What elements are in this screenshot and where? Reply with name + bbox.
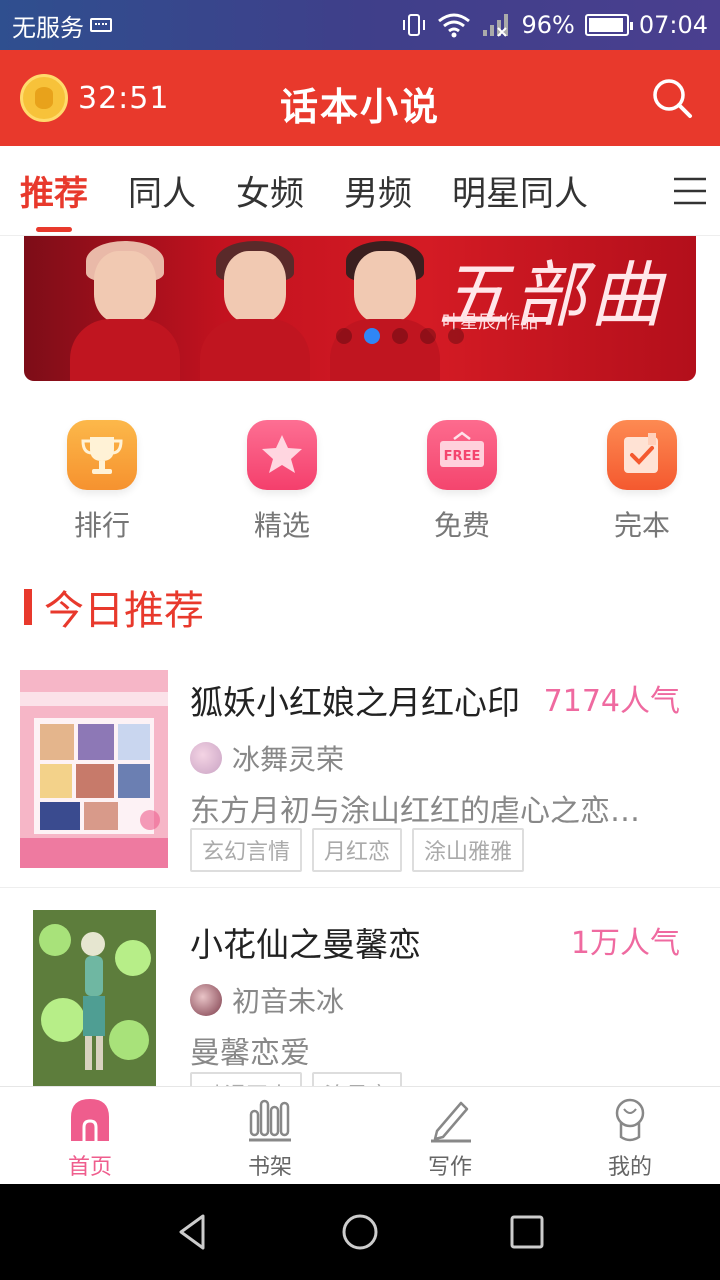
home-circle-icon[interactable] (340, 1212, 380, 1252)
search-icon[interactable] (650, 76, 694, 120)
tag[interactable]: 月红恋 (312, 828, 403, 872)
recents-icon[interactable] (507, 1212, 547, 1252)
back-icon[interactable] (173, 1212, 213, 1252)
trophy-icon (67, 420, 137, 490)
ranking-entry[interactable]: 排行 (24, 420, 180, 544)
book-cover (33, 910, 156, 1090)
tag[interactable]: 玄幻言情 (190, 828, 303, 872)
battery-icon (584, 14, 633, 36)
free-icon: FREE (427, 420, 497, 490)
tab-celebrity-fanfic[interactable]: 明星同人 (452, 146, 588, 236)
banner-figure (194, 241, 314, 381)
battery-percent: 96% (521, 11, 575, 39)
book-description: 曼馨恋爱 (190, 1036, 310, 1071)
nav-write[interactable]: 写作 (360, 1087, 540, 1184)
star-icon (247, 420, 317, 490)
featured-entry[interactable]: 精选 (204, 420, 360, 544)
carousel-indicator (336, 328, 464, 344)
signal-icon (483, 14, 509, 37)
free-label: 免费 (433, 509, 490, 542)
wifi-icon (438, 13, 471, 38)
section-header: 今日推荐 (24, 578, 204, 636)
avatar (190, 742, 222, 774)
tag-list: 玄幻言情 月红恋 涂山雅雅 (190, 828, 525, 872)
vibrate-icon (403, 14, 426, 36)
free-entry[interactable]: FREE 免费 (384, 420, 540, 544)
tag[interactable]: 涂山雅雅 (412, 828, 525, 872)
avatar (190, 984, 222, 1016)
category-tabs: 推荐 同人 女频 男频 明星同人 (0, 146, 720, 236)
profile-icon (615, 1098, 645, 1142)
section-title: 今日推荐 (44, 588, 204, 634)
pen-icon (431, 1101, 471, 1143)
app-title: 话本小说 (279, 85, 440, 129)
book-title: 小花仙之曼馨恋 (190, 925, 421, 964)
book-cover (20, 670, 168, 868)
nav-profile[interactable]: 我的 (540, 1087, 720, 1184)
carousel-dot-active (364, 328, 380, 344)
popularity-count: 7174人气 (543, 684, 680, 719)
carousel-dot (392, 328, 408, 344)
tab-fanfiction[interactable]: 同人 (128, 146, 196, 236)
tab-recommend[interactable]: 推荐 (20, 146, 88, 236)
tab-female[interactable]: 女频 (236, 146, 304, 236)
home-icon (71, 1099, 109, 1141)
nav-write-label: 写作 (427, 1155, 472, 1180)
featured-label: 精选 (253, 509, 310, 542)
carousel-dot (448, 328, 464, 344)
system-navigation-bar (0, 1184, 720, 1280)
banner-figure (64, 241, 184, 381)
book-list-item[interactable]: 小花仙之曼馨恋 1万人气 初音未冰 曼馨恋爱 动漫同人 汐曼恋 (0, 890, 720, 1116)
quick-entry-row: 排行 精选 FREE 免费 完本 (0, 420, 720, 544)
author-row: 初音未冰 (190, 980, 344, 1020)
status-bar: 无服务 96% 07:04 (0, 0, 720, 50)
nav-bookshelf[interactable]: 书架 (180, 1087, 360, 1184)
carousel-dot (336, 328, 352, 344)
svg-text:FREE: FREE (444, 449, 481, 464)
nav-home[interactable]: 首页 (0, 1087, 180, 1184)
clock: 07:04 (638, 11, 708, 39)
book-description: 东方月初与涂山红红的虐心之恋… (190, 794, 640, 829)
promo-banner[interactable]: 五部曲 叶星辰/作品 (24, 236, 696, 381)
author-name: 冰舞灵荣 (232, 743, 345, 776)
carrier-text: 无服务 (12, 13, 84, 42)
author-name: 初音未冰 (232, 985, 345, 1018)
banner-figure (324, 241, 444, 381)
book-title: 狐妖小红娘之月红心印 (190, 683, 520, 722)
carousel-dot (420, 328, 436, 344)
popularity-count: 1万人气 (570, 926, 680, 961)
ranking-label: 排行 (73, 509, 130, 542)
section-marker (24, 589, 32, 625)
completed-entry[interactable]: 完本 (564, 420, 720, 544)
nav-home-label: 首页 (67, 1155, 112, 1180)
app-header: 32:51 话本小说 (0, 50, 720, 146)
category-menu-icon[interactable] (668, 176, 708, 206)
book-list-item[interactable]: 狐妖小红娘之月红心印 7174人气 冰舞灵荣 东方月初与涂山红红的虐心之恋… 玄… (0, 668, 720, 888)
author-row: 冰舞灵荣 (190, 738, 344, 778)
check-book-icon (607, 420, 677, 490)
bottom-navigation: 首页 书架 写作 我的 (0, 1086, 720, 1184)
completed-label: 完本 (613, 509, 670, 542)
sim-card-icon (90, 18, 112, 32)
bookshelf-icon (249, 1099, 291, 1142)
nav-profile-label: 我的 (607, 1155, 652, 1180)
nav-bookshelf-label: 书架 (247, 1155, 292, 1180)
tab-male[interactable]: 男频 (344, 146, 412, 236)
